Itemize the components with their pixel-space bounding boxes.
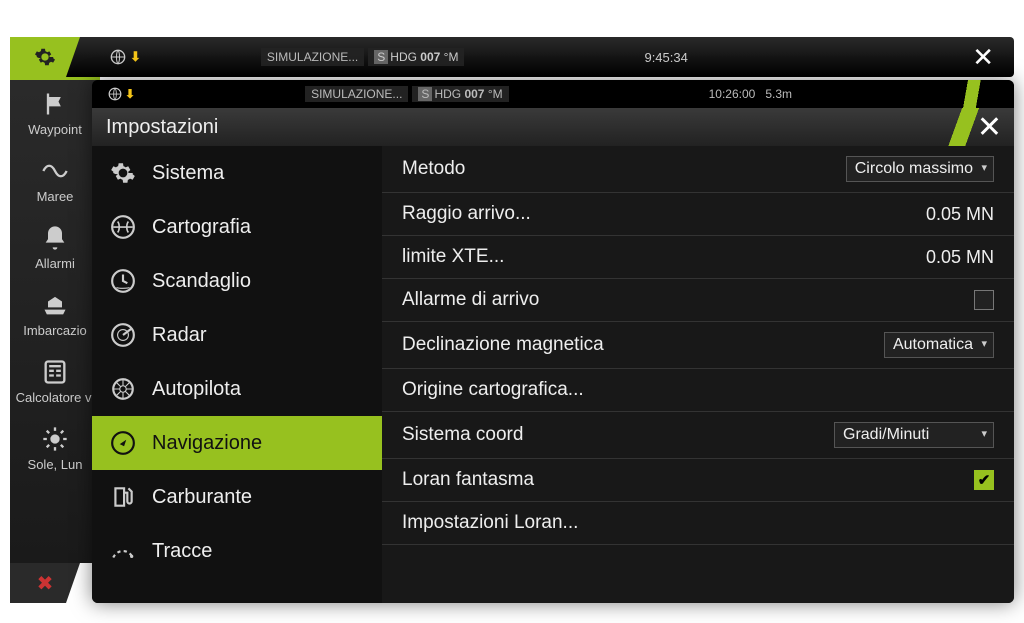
depth-value: 5.3m [765,87,792,101]
gear-corner[interactable] [10,37,80,77]
cat-label: Navigazione [152,432,262,455]
globe-icon [108,87,122,101]
row-label: Impostazioni Loran... [402,512,578,534]
accent-stripe [934,108,1014,146]
cat-carburante[interactable]: Carburante [92,470,382,524]
row-value: 0.05 MN [926,204,994,225]
cat-label: Scandaglio [152,270,251,293]
metodo-select[interactable]: Circolo massimo [846,156,994,182]
row-label: Raggio arrivo... [402,203,531,225]
tool-label: Waypoint [28,122,82,137]
globe-icon [110,49,126,65]
calculator-icon [41,358,69,386]
row-label: Metodo [402,158,465,180]
back-status-bar: ⬇ SIMULAZIONE... SHDG 007 °M 9:45:34 ✕ [10,37,1014,77]
wave-icon [41,157,69,185]
gear-icon [110,160,136,186]
boat-icon [41,291,69,319]
tool-label: Maree [37,189,74,204]
cat-label: Carburante [152,486,252,509]
panel-close-button[interactable]: ✕ [977,110,1002,145]
cat-tracce[interactable]: Tracce [92,524,382,578]
tool-item-sole[interactable]: Sole, Lun [10,415,100,482]
fuel-icon [110,484,136,510]
cat-cartografia[interactable]: Cartografia [92,200,382,254]
tool-item-imbarcazioni[interactable]: Imbarcazio [10,281,100,348]
cat-autopilota[interactable]: Autopilota [92,362,382,416]
row-label: Sistema coord [402,424,523,446]
globe-status: ⬇ [108,87,135,101]
cat-label: Tracce [152,540,212,563]
row-label: Declinazione magnetica [402,334,604,356]
download-icon: ⬇ [130,49,141,65]
radar-icon [110,322,136,348]
cat-sistema[interactable]: Sistema [92,146,382,200]
row-impostazioni-loran[interactable]: Impostazioni Loran... [382,502,1014,545]
bell-icon [41,224,69,252]
clock: 9:45:34 [644,50,687,65]
declinazione-select[interactable]: Automatica [884,332,994,358]
download-icon: ⬇ [125,87,135,101]
tool-item-allarmi[interactable]: Allarmi [10,214,100,281]
tool-label: Imbarcazio [23,323,87,338]
row-label: Loran fantasma [402,469,534,491]
accent-stripe [934,80,1014,108]
tool-item-calcolatore[interactable]: Calcolatore vi [10,348,100,415]
tools-sidebar: Waypoint Maree Allarmi Imbarcazio Calcol… [10,77,100,563]
flag-icon [41,90,69,118]
cat-scandaglio[interactable]: Scandaglio [92,254,382,308]
row-metodo[interactable]: Metodo Circolo massimo [382,146,1014,193]
cat-label: Sistema [152,162,224,185]
clock: 10:26:00 [709,87,756,101]
compass-icon [110,430,136,456]
row-limite-xte[interactable]: limite XTE... 0.05 MN [382,236,1014,279]
cat-navigazione[interactable]: Navigazione [92,416,382,470]
track-icon [110,538,136,564]
back-close-button[interactable]: ✕ [972,42,994,73]
sun-icon [41,425,69,453]
row-label: limite XTE... [402,246,504,268]
tool-label: Calcolatore vi [16,390,95,405]
cat-label: Radar [152,324,206,347]
heading-badge: SHDG 007 °M [368,48,464,66]
settings-categories: Sistema Cartografia Scandaglio Radar Aut… [92,146,382,603]
row-sistema-coord[interactable]: Sistema coord Gradi/Minuti [382,412,1014,459]
row-value: 0.05 MN [926,247,994,268]
sonar-icon [110,268,136,294]
cat-radar[interactable]: Radar [92,308,382,362]
wheel-icon [110,376,136,402]
tool-label: Allarmi [35,256,75,271]
settings-rows: Metodo Circolo massimo Raggio arrivo... … [382,146,1014,603]
globe-map-icon [110,214,136,240]
panel-title-bar: Impostazioni ✕ [92,108,1014,146]
outer-close-button[interactable]: ✖ [10,563,80,603]
row-label: Origine cartografica... [402,379,584,401]
tool-label: Sole, Lun [28,457,83,472]
loran-checkbox[interactable] [974,470,994,490]
row-origine-cartografica[interactable]: Origine cartografica... [382,369,1014,412]
cat-label: Cartografia [152,216,251,239]
row-allarme-arrivo[interactable]: Allarme di arrivo [382,279,1014,322]
panel-status-bar: ⬇ SIMULAZIONE... SHDG 007 °M 10:26:00 5.… [92,80,1014,108]
tool-item-waypoint[interactable]: Waypoint [10,80,100,147]
row-label: Allarme di arrivo [402,289,539,311]
coord-select[interactable]: Gradi/Minuti [834,422,994,448]
gear-icon [34,46,56,68]
panel-title: Impostazioni [106,116,218,139]
allarme-checkbox[interactable] [974,290,994,310]
simulation-badge: SIMULAZIONE... [305,86,408,102]
cat-label: Autopilota [152,378,241,401]
heading-badge: SHDG 007 °M [412,86,508,102]
row-loran-fantasma[interactable]: Loran fantasma [382,459,1014,502]
globe-status: ⬇ [110,49,141,65]
row-raggio-arrivo[interactable]: Raggio arrivo... 0.05 MN [382,193,1014,236]
simulation-badge: SIMULAZIONE... [261,48,364,66]
settings-panel: ⬇ SIMULAZIONE... SHDG 007 °M 10:26:00 5.… [92,80,1014,603]
tool-item-maree[interactable]: Maree [10,147,100,214]
row-declinazione[interactable]: Declinazione magnetica Automatica [382,322,1014,369]
